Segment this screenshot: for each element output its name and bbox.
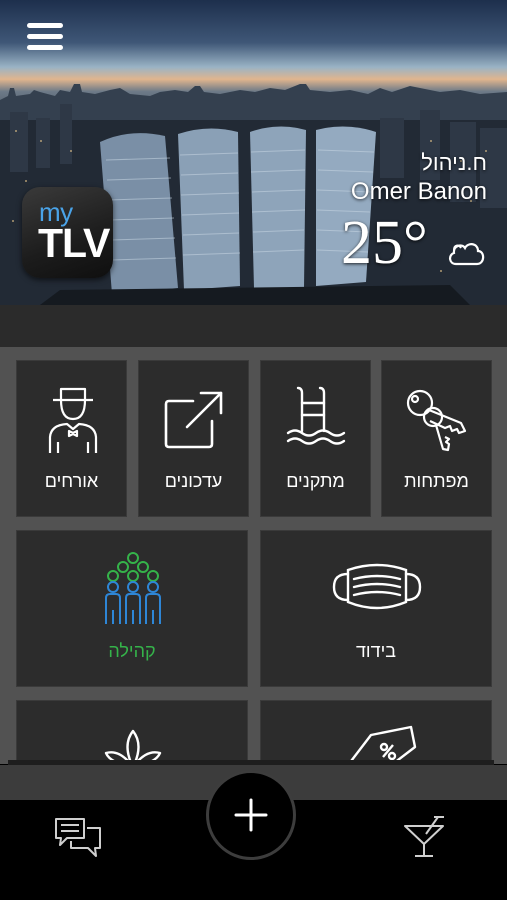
lotus-icon (104, 729, 162, 764)
user-name: Omer Banon (350, 178, 487, 205)
tile-guests-label: אורחים (44, 471, 99, 491)
tile-isolation-label: בידוד (355, 641, 397, 661)
tile-community-label: קהילה (108, 641, 156, 661)
my-tlv-logo: my TLV (22, 187, 113, 278)
tile-isolation[interactable]: בידוד (260, 530, 492, 687)
external-link-icon (164, 391, 223, 449)
logo-name: TLV (38, 220, 110, 266)
hero-banner: my TLV ח.ניהול Omer Banon 25° (0, 0, 507, 305)
price-tag-icon (347, 725, 417, 764)
chat-icon[interactable] (53, 816, 103, 860)
tile-updates[interactable]: עדכונים (138, 360, 249, 517)
keys-icon (406, 389, 467, 452)
plus-icon (234, 798, 268, 832)
hamburger-menu-icon[interactable] (27, 23, 63, 51)
pool-ladder-icon (286, 386, 346, 445)
guest-butler-icon (48, 387, 98, 453)
cloud-icon (449, 243, 485, 266)
tile-keys-label: מפתחות (404, 471, 469, 491)
management-label: ח.ניהול (421, 150, 487, 175)
tile-keys[interactable]: מפתחות (381, 360, 492, 517)
tile-discounts[interactable] (260, 700, 492, 764)
tile-wellness[interactable] (16, 700, 248, 764)
tile-facilities[interactable]: מתקנים (260, 360, 371, 517)
cocktail-icon[interactable] (402, 814, 446, 858)
tile-facilities-label: מתקנים (286, 471, 345, 491)
community-icon (105, 552, 161, 624)
face-mask-icon (332, 563, 422, 610)
divider-band (0, 305, 507, 347)
tile-guests[interactable]: אורחים (16, 360, 127, 517)
menu-grid: מפתחות מתקנים עדכונים אורחים בידוד קהילה (0, 347, 507, 764)
tile-community[interactable]: קהילה (16, 530, 248, 687)
add-button[interactable] (206, 770, 296, 860)
temperature: 25° (341, 209, 428, 277)
tile-updates-label: עדכונים (164, 471, 223, 491)
